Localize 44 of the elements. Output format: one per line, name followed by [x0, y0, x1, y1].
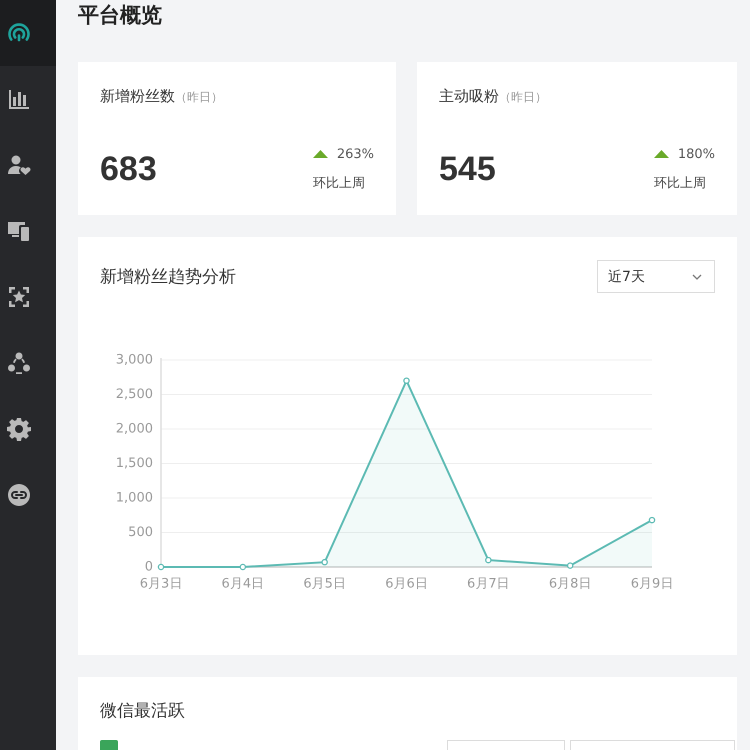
period-label: （昨日）: [499, 89, 547, 106]
axis-label: 500: [128, 525, 153, 540]
chevron-down-icon: [692, 274, 702, 280]
axis-label: 2,500: [116, 387, 153, 402]
axis-label: 6月9日: [630, 576, 674, 592]
link-icon: [7, 483, 31, 507]
axis-label: 6月5日: [303, 576, 346, 592]
devices-icon: [7, 219, 31, 243]
data-point: [648, 516, 656, 524]
data-point: [158, 564, 164, 570]
data-point: [240, 564, 246, 570]
stat-value: 683: [100, 149, 157, 189]
axis-label: 2,000: [116, 422, 153, 437]
page-title: 平台概览: [78, 2, 163, 29]
range-select[interactable]: 近7天: [597, 260, 715, 293]
data-point: [566, 562, 574, 569]
settings-icon: [7, 417, 31, 441]
axis-label: 6月7日: [467, 576, 510, 592]
bar-chart-icon: [7, 87, 31, 111]
axis-label: 6月6日: [385, 576, 428, 592]
compare-label: 环比上周: [654, 175, 706, 193]
axis-label: 1,500: [116, 456, 153, 472]
axis-label: 6月3日: [140, 576, 182, 592]
share-nodes-icon: [7, 351, 31, 375]
axis-label: 1,000: [116, 490, 153, 506]
user-heart-icon: [7, 153, 31, 177]
change-percent: 263%: [336, 146, 374, 162]
sidebar-nav-button[interactable]: [0, 0, 56, 66]
axis-label: 3,000: [116, 352, 153, 368]
axis-label: 6月8日: [548, 576, 592, 592]
stat-label: 新增粉丝数: [100, 87, 175, 105]
data-point: [403, 377, 410, 384]
data-point: [321, 558, 328, 566]
axis-label: 0: [144, 560, 153, 575]
period-label: （昨日）: [175, 89, 223, 106]
panel-title: 新增粉丝趋势分析: [100, 266, 236, 288]
panel-title: 微信最活跃: [100, 700, 186, 723]
stat-label: 主动吸粉: [439, 87, 499, 105]
axis-label: 6月4日: [222, 576, 264, 592]
data-point: [485, 556, 492, 564]
compare-label: 环比上周: [312, 175, 365, 193]
star-frame-icon: [7, 285, 31, 309]
stat-value: 545: [439, 149, 496, 189]
change-percent: 180%: [678, 146, 715, 162]
